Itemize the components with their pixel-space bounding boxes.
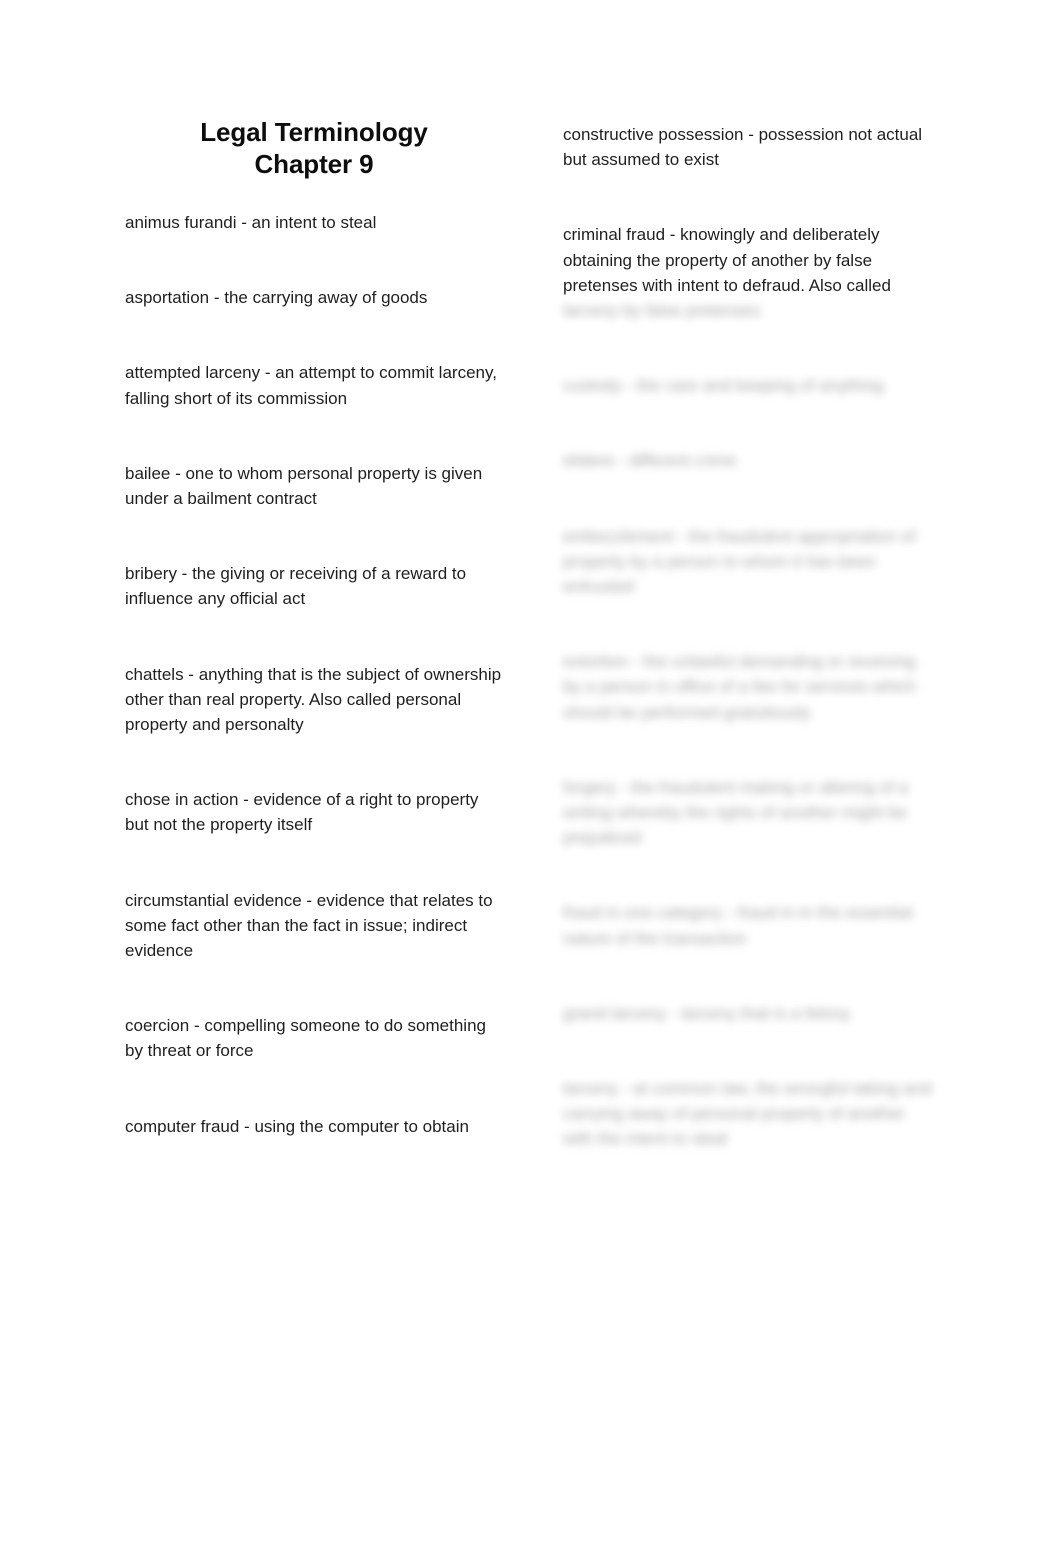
left-column: Legal Terminology Chapter 9 animus furan… [125, 0, 503, 1139]
glossary-entry-redacted: extortion - the unlawful demanding or re… [563, 652, 917, 722]
title-line-1: Legal Terminology [200, 117, 428, 147]
glossary-entry-redacted: fraud in one category - fraud in in the … [563, 903, 913, 948]
glossary-entry: animus furandi - an intent to steal [125, 213, 377, 232]
redacted-text: larceny by false pretenses [563, 301, 761, 321]
glossary-entry-text: criminal fraud - knowingly and deliberat… [563, 225, 891, 295]
title-line-2: Chapter 9 [254, 149, 374, 179]
glossary-entry: constructive possession - possession not… [563, 122, 935, 172]
glossary-entry-text: constructive possession - possession not… [563, 125, 923, 170]
glossary-entry: criminal fraud - knowingly and deliberat… [563, 222, 935, 323]
glossary-entry-redacted: larceny - at common law, the wrongful ta… [563, 1079, 932, 1149]
glossary-entry-redacted: elidere - different crime [563, 451, 737, 471]
glossary-entry: chattels - anything that is the subject … [125, 664, 502, 735]
glossary-entry: bribery - the giving or receiving of a r… [125, 564, 467, 609]
glossary-entry-redacted: grand larceny - larceny that is a felony [563, 1003, 851, 1023]
glossary-entry-redacted: forgery - the fraudulent making or alter… [563, 777, 908, 848]
glossary-entry: bailee - one to whom personal property i… [125, 463, 483, 509]
glossary-entry: computer fraud - using the computer to o… [125, 1116, 469, 1136]
left-glossary-list: animus furandi - an intent to steal aspo… [125, 210, 503, 1139]
glossary-entry: circumstantial evidence - evidence that … [125, 890, 493, 961]
right-glossary-list: constructive possession - possession not… [563, 0, 935, 1152]
glossary-entry: coercion - compelling someone to do some… [125, 1016, 486, 1061]
glossary-entry-redacted: embezzlement - the fraudulent appropriat… [563, 526, 916, 597]
document-page: Legal Terminology Chapter 9 animus furan… [0, 0, 1062, 1556]
right-column: constructive possession - possession not… [563, 0, 935, 1152]
glossary-entry: attempted larceny - an attempt to commit… [125, 363, 497, 408]
glossary-entry: chose in action - evidence of a right to… [125, 790, 479, 835]
glossary-entry: asportation - the carrying away of goods [125, 288, 428, 308]
glossary-entry-redacted: custody - the care and keeping of anythi… [563, 376, 884, 396]
page-title: Legal Terminology Chapter 9 [125, 0, 503, 180]
